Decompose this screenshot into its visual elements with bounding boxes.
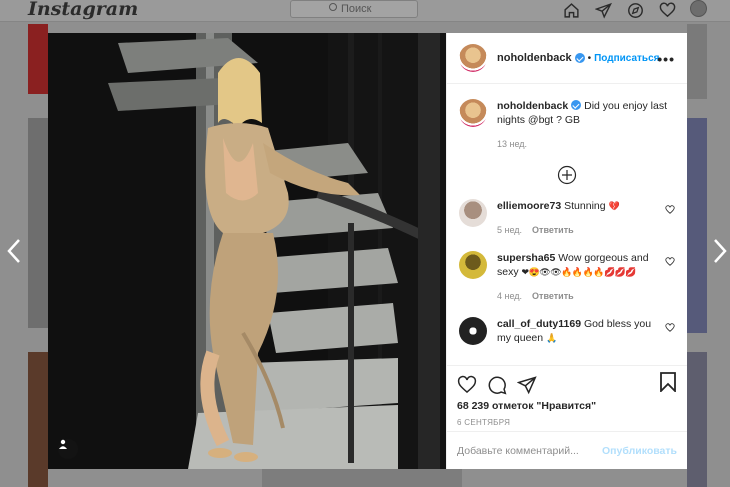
separator-dot: • (587, 52, 592, 64)
profile-avatar[interactable] (690, 0, 707, 17)
commenter-avatar[interactable] (459, 317, 487, 345)
grid-tile[interactable] (687, 24, 707, 99)
search-placeholder: Поиск (341, 3, 372, 15)
reply-button[interactable]: Ответить (532, 225, 574, 235)
post-caption: noholdenback Did you enjoy last nights @… (447, 85, 687, 151)
comment-input[interactable]: Добавьте комментарий... (457, 445, 579, 457)
comment-bubble-icon[interactable] (487, 375, 507, 395)
previous-post-arrow-icon[interactable] (6, 238, 22, 264)
like-comment-heart-icon[interactable] (665, 323, 675, 333)
commenter-avatar[interactable] (459, 199, 487, 227)
verified-badge-icon (571, 100, 582, 110)
post-modal: noholdenback • Подписаться ••• noholdenb… (48, 33, 687, 469)
author-avatar[interactable] (459, 44, 487, 72)
comment-text: Stunning (564, 200, 606, 212)
save-bookmark-icon[interactable] (659, 372, 677, 392)
grid-tile[interactable] (262, 469, 462, 487)
like-comment-heart-icon[interactable] (665, 257, 675, 267)
activity-heart-icon[interactable] (656, 0, 678, 20)
verified-badge-icon (574, 53, 585, 63)
grid-tile[interactable] (28, 118, 48, 328)
load-more-comments-button[interactable] (447, 165, 687, 185)
reply-button[interactable]: Ответить (532, 291, 574, 301)
plus-circle-icon (557, 165, 577, 185)
comment-item: supersha65 Wow gorgeous and sexy ❤😍👁👁🔥🔥🔥… (447, 251, 687, 303)
post-actions: 68 239 отметок "Нравится" 6 СЕНТЯБРЯ (447, 365, 687, 427)
next-post-arrow-icon[interactable] (712, 238, 728, 264)
grid-tile[interactable] (687, 352, 707, 487)
search-icon (329, 3, 337, 11)
direct-icon[interactable] (592, 0, 614, 20)
more-options-icon[interactable]: ••• (657, 51, 675, 67)
caption-time[interactable]: 13 нед. (497, 139, 527, 149)
instagram-header: Instagram Поиск (0, 0, 730, 22)
search-input[interactable]: Поиск (290, 0, 418, 18)
author-username[interactable]: noholdenback (497, 52, 572, 64)
comment-username[interactable]: supersha65 (497, 252, 555, 264)
comment-item: elliemoore73 Stunning 💔 5 нед. Ответить (447, 199, 687, 237)
comment-emoji: 🙏 (546, 333, 557, 343)
comment-time[interactable]: 5 нед. (497, 225, 522, 235)
photo-illustration (48, 33, 446, 469)
grid-tile[interactable] (28, 24, 48, 94)
post-header: noholdenback • Подписаться ••• (447, 33, 687, 84)
home-icon[interactable] (560, 0, 582, 20)
comment-time[interactable]: 4 нед. (497, 291, 522, 301)
caption-avatar[interactable] (459, 99, 487, 127)
caption-username[interactable]: noholdenback (497, 100, 568, 112)
commenter-avatar[interactable] (459, 251, 487, 279)
comment-username[interactable]: call_of_duty1169 (497, 318, 581, 330)
grid-tile[interactable] (28, 352, 48, 487)
post-side-panel: noholdenback • Подписаться ••• noholdenb… (446, 33, 687, 469)
comments-list[interactable]: noholdenback Did you enjoy last nights @… (447, 85, 687, 355)
like-comment-heart-icon[interactable] (665, 205, 675, 215)
follow-button[interactable]: Подписаться (594, 53, 659, 64)
post-photo[interactable] (48, 33, 446, 469)
comment-emoji: 💔 (608, 201, 620, 211)
post-date[interactable]: 6 СЕНТЯБРЯ (457, 418, 677, 427)
comment-item: call_of_duty1169 God bless you my queen … (447, 317, 687, 345)
grid-tile[interactable] (687, 118, 707, 333)
likes-count[interactable]: 68 239 отметок "Нравится" (457, 400, 677, 412)
explore-icon[interactable] (624, 0, 646, 20)
share-direct-icon[interactable] (517, 375, 537, 395)
user-tag-icon[interactable] (58, 439, 78, 459)
instagram-logo[interactable]: Instagram (28, 0, 138, 20)
like-heart-icon[interactable] (457, 375, 477, 395)
comment-emoji: ❤😍👁👁🔥🔥🔥🔥💋💋💋 (521, 267, 637, 277)
post-comment-button[interactable]: Опубликовать (602, 445, 677, 457)
add-comment-bar: Добавьте комментарий... Опубликовать (447, 431, 687, 469)
comment-username[interactable]: elliemoore73 (497, 200, 561, 212)
